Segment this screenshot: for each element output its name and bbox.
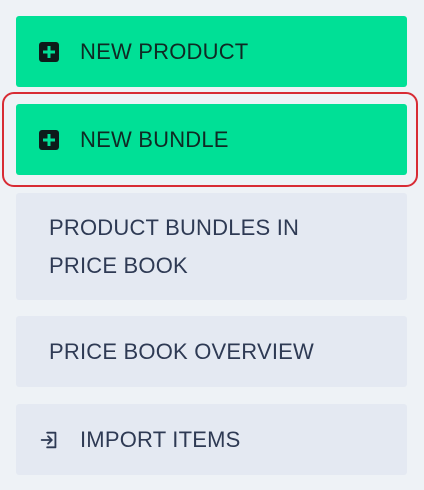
product-bundles-in-price-book-label: PRODUCT BUNDLES IN PRICE BOOK (49, 214, 300, 278)
import-items-button[interactable]: IMPORT ITEMS (16, 404, 407, 475)
import-icon (38, 429, 60, 451)
plus-square-icon (38, 129, 60, 151)
new-product-button[interactable]: NEW PRODUCT (16, 16, 407, 87)
new-bundle-button[interactable]: NEW BUNDLE (16, 104, 407, 175)
new-product-label: NEW PRODUCT (80, 38, 249, 64)
new-bundle-label: NEW BUNDLE (80, 126, 229, 152)
import-items-label: IMPORT ITEMS (80, 426, 241, 452)
product-bundles-in-price-book-button[interactable]: PRODUCT BUNDLES IN PRICE BOOK (16, 193, 407, 300)
plus-square-icon (38, 41, 60, 63)
price-book-overview-button[interactable]: PRICE BOOK OVERVIEW (16, 316, 407, 387)
price-book-overview-label: PRICE BOOK OVERVIEW (49, 338, 315, 364)
